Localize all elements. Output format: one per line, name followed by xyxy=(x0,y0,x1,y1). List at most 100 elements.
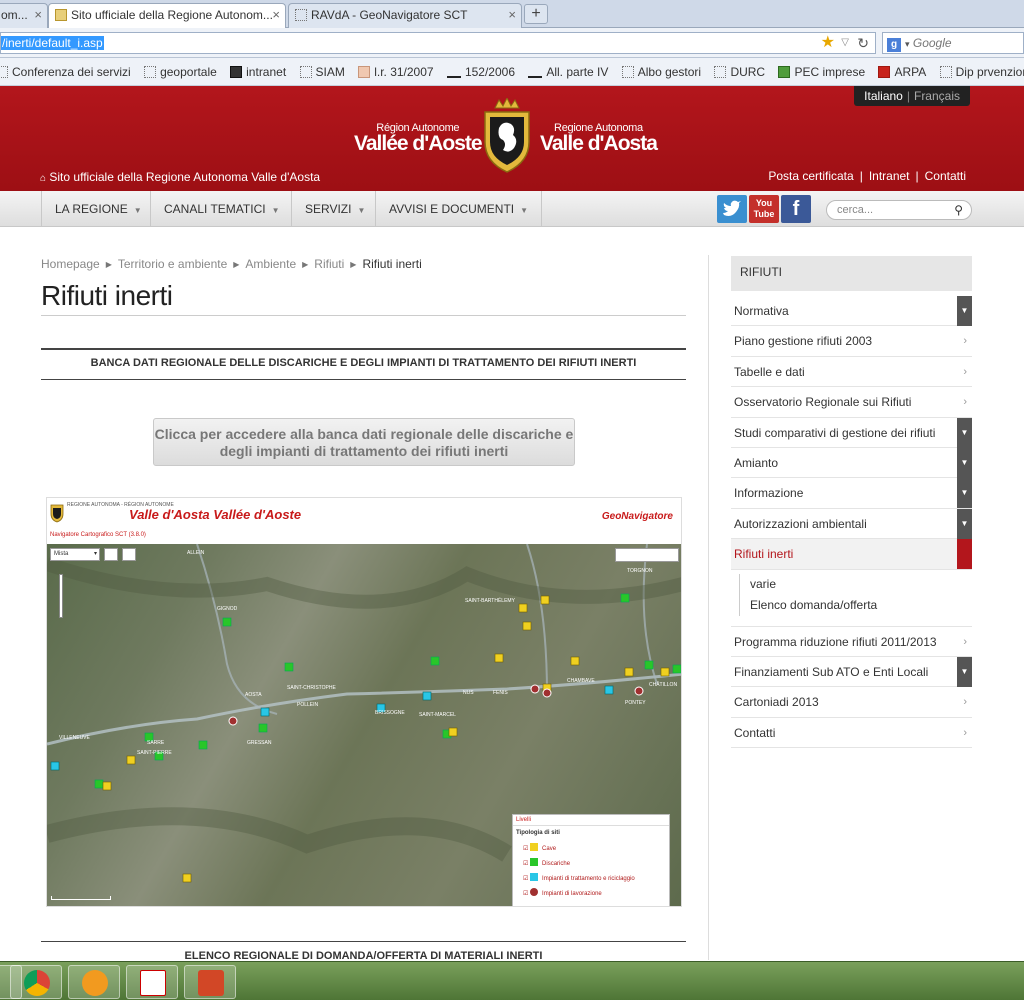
bookmark-siam[interactable]: SIAM xyxy=(299,58,345,85)
nav-label: AVVISI E DOCUMENTI xyxy=(389,202,515,216)
chevron-down-icon[interactable]: ▼ xyxy=(957,296,972,326)
sidebar-item-rifiuti-inerti[interactable]: Rifiuti inerti xyxy=(731,539,972,570)
taskbar-chrome[interactable] xyxy=(10,965,62,999)
link-posta-certificata[interactable]: Posta certificata xyxy=(768,169,853,183)
site-search-input[interactable]: cerca... ⚲ xyxy=(826,200,972,220)
access-database-button[interactable]: Clicca per accedere alla banca dati regi… xyxy=(153,418,575,466)
sidebar-item-tabelle-dati[interactable]: Tabelle e dati › xyxy=(731,357,972,388)
browser-tab-1[interactable]: om... × xyxy=(0,3,48,28)
close-icon[interactable]: × xyxy=(34,4,42,26)
url-text: /inerti/default_i.asp xyxy=(1,36,104,50)
chevron-right-icon: › xyxy=(963,696,967,709)
browser-tab-3[interactable]: RAVdA - GeoNavigatore SCT × xyxy=(288,3,522,28)
taskbar-acrobat[interactable] xyxy=(126,965,178,999)
breadcrumb-ambiente[interactable]: Ambiente xyxy=(245,257,296,271)
twitter-icon[interactable] xyxy=(717,195,747,223)
pec-icon xyxy=(778,66,791,78)
lang-francais[interactable]: Français xyxy=(914,89,960,103)
address-bar-row: /inerti/default_i.asp ★ ▽ ↻ g ▾ Google xyxy=(0,28,1024,58)
language-switch: Italiano | Français xyxy=(854,86,970,106)
youtube-icon[interactable]: You Tube xyxy=(749,195,779,223)
bookmark-all-parte[interactable]: All. parte IV xyxy=(528,58,608,85)
dropdown-arrow-icon[interactable]: ▽ xyxy=(841,33,849,53)
sidebar-item-normativa[interactable]: Normativa ▼ xyxy=(731,296,972,327)
sidebar-item-finanziamenti[interactable]: Finanziamenti Sub ATO e Enti Locali ▼ xyxy=(731,656,972,688)
breadcrumb-territorio[interactable]: Territorio e ambiente xyxy=(118,257,227,271)
url-input[interactable]: /inerti/default_i.asp ★ ▽ ↻ xyxy=(0,32,876,54)
svg-text:CHÂTILLON: CHÂTILLON xyxy=(649,681,677,688)
bookmark-lr[interactable]: l.r. 31/2007 xyxy=(358,58,434,85)
sidebar-item-autorizzazioni[interactable]: Autorizzazioni ambientali ▼ xyxy=(731,508,972,540)
facebook-icon[interactable]: f xyxy=(781,195,811,223)
tab-label: om... xyxy=(1,8,28,22)
bookmark-arpa[interactable]: ARPA xyxy=(878,58,926,85)
nav-servizi[interactable]: SERVIZI ▼ xyxy=(291,191,378,227)
map-tool-icon[interactable] xyxy=(104,548,118,561)
chevron-down-icon[interactable]: ▼ xyxy=(957,478,972,509)
sidebar-item-studi-comparativi[interactable]: Studi comparativi di gestione dei rifiut… xyxy=(731,417,972,448)
breadcrumb-homepage[interactable]: Homepage xyxy=(41,257,100,271)
bookmark-conferenza[interactable]: Conferenza dei servizi xyxy=(0,58,131,85)
app-icon xyxy=(82,970,108,996)
taskbar-powerpoint[interactable] xyxy=(184,965,236,999)
bookmark-star-icon[interactable]: ★ xyxy=(821,33,835,53)
bookmark-albo[interactable]: Albo gestori xyxy=(621,58,701,85)
nav-la-regione[interactable]: LA REGIONE ▼ xyxy=(41,191,155,227)
bookmarks-bar: Conferenza dei servizi geoportale intran… xyxy=(0,58,1024,86)
breadcrumb-rifiuti[interactable]: Rifiuti xyxy=(314,257,344,271)
line-icon xyxy=(446,70,461,78)
crest-logo-icon[interactable] xyxy=(481,98,533,174)
legend-heading: Tipologia di siti xyxy=(516,830,560,836)
home-icon: ⌂ xyxy=(40,173,47,184)
legend-item-discariche[interactable]: ☑ Discariche xyxy=(513,855,669,870)
search-icon[interactable]: ⚲ xyxy=(954,201,963,219)
chevron-down-icon[interactable]: ▼ xyxy=(957,417,972,448)
map-legend[interactable]: Livelli Tipologia di siti ☑ Cave ☑ Disca… xyxy=(512,814,670,906)
sidebar-subitem-varie[interactable]: varie xyxy=(739,573,972,595)
chevron-down-icon[interactable]: ▼ xyxy=(957,508,972,539)
sidebar-item-contatti[interactable]: Contatti › xyxy=(731,718,972,749)
legend-label: Cave xyxy=(542,846,557,852)
chevron-down-icon[interactable]: ▼ xyxy=(957,447,972,478)
map-type-select[interactable]: Mista ▾ xyxy=(50,548,100,561)
geonavigator-header: REGIONE AUTONOMA - RÉGION AUTONOME Valle… xyxy=(47,498,681,544)
logo-left[interactable]: Région Autonome Vallée d'Aoste xyxy=(354,122,483,156)
map-toolbar[interactable] xyxy=(615,548,679,562)
bookmark-geoportale[interactable]: geoportale xyxy=(144,58,217,85)
reload-icon[interactable]: ↻ xyxy=(857,33,869,53)
sidebar-item-cartoniadi[interactable]: Cartoniadi 2013 › xyxy=(731,687,972,718)
nav-canali-tematici[interactable]: CANALI TEMATICI ▼ xyxy=(150,191,293,227)
bookmark-durc[interactable]: DURC xyxy=(714,58,765,85)
nav-avvisi-documenti[interactable]: AVVISI E DOCUMENTI ▼ xyxy=(375,191,543,227)
sidebar-item-informazione[interactable]: Informazione ▼ xyxy=(731,478,972,509)
legend-item-trattamento[interactable]: ☑ Impianti di trattamento e riciclaggio xyxy=(513,870,669,885)
chevron-down-icon[interactable]: ▼ xyxy=(957,656,972,687)
sidebar-item-piano-gestione[interactable]: Piano gestione rifiuti 2003 › xyxy=(731,326,972,357)
list-icon[interactable] xyxy=(122,548,136,561)
satellite-map[interactable]: AOSTA NUS CHÂTILLON SARRE SAINT-CHRISTOPHE S… xyxy=(47,544,681,906)
bookmark-intranet[interactable]: intranet xyxy=(230,58,286,85)
close-icon[interactable]: × xyxy=(508,4,516,26)
legend-item-lavorazione[interactable]: ☑ Impianti di lavorazione xyxy=(513,885,669,900)
sidebar-item-programma-riduzione[interactable]: Programma riduzione rifiuti 2011/2013 › xyxy=(731,627,972,657)
browser-tab-2[interactable]: Sito ufficiale della Regione Autonom... … xyxy=(48,3,286,29)
new-tab-button[interactable]: + xyxy=(524,4,548,24)
lang-italiano[interactable]: Italiano xyxy=(864,89,903,103)
logo-right[interactable]: Regione Autonoma Valle d'Aosta xyxy=(540,122,658,156)
close-icon[interactable]: × xyxy=(272,4,280,26)
site-home-link[interactable]: ⌂ Sito ufficiale della Regione Autonoma … xyxy=(40,170,320,184)
sidebar-item-osservatorio[interactable]: Osservatorio Regionale sui Rifiuti › xyxy=(731,387,972,418)
bookmark-pec[interactable]: PEC imprese xyxy=(778,58,865,85)
legend-item-cave[interactable]: ☑ Cave xyxy=(513,840,669,855)
sidebar-subitem-elenco[interactable]: Elenco domanda/offerta xyxy=(739,594,972,616)
bookmark-152[interactable]: 152/2006 xyxy=(446,58,515,85)
zoom-slider[interactable] xyxy=(59,574,63,618)
taskbar-app[interactable] xyxy=(68,965,120,999)
bookmark-dip[interactable]: Dip prvenzione USL xyxy=(939,58,1024,85)
svg-text:SAINT-CHRISTOPHE: SAINT-CHRISTOPHE xyxy=(287,685,336,691)
search-engine-input[interactable]: g ▾ Google xyxy=(882,32,1024,54)
geonavigator-preview[interactable]: REGIONE AUTONOMA - RÉGION AUTONOME Valle… xyxy=(46,497,682,907)
link-intranet[interactable]: Intranet xyxy=(869,169,910,183)
link-contatti[interactable]: Contatti xyxy=(925,169,966,183)
sidebar-item-amianto[interactable]: Amianto ▼ xyxy=(731,447,972,479)
